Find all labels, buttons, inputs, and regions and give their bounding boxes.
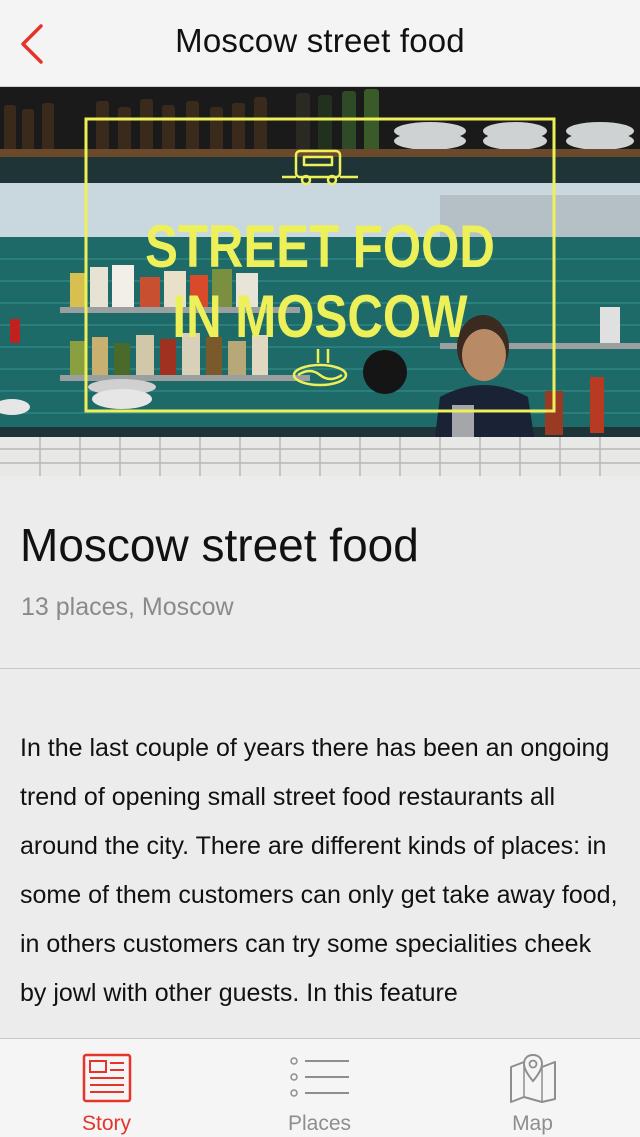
tab-map[interactable]: Map	[426, 1039, 639, 1137]
map-icon	[509, 1053, 556, 1103]
hero-overlay-line2: IN MOSCOW	[172, 282, 467, 350]
tab-map-label: Map	[512, 1112, 553, 1135]
tab-story[interactable]: Story	[0, 1039, 213, 1137]
article-body[interactable]: In the last couple of years there has be…	[20, 724, 620, 1018]
tab-places[interactable]: Places	[213, 1039, 426, 1137]
back-button[interactable]	[6, 16, 58, 72]
article-body-text: In the last couple of years there has be…	[20, 734, 618, 1007]
story-icon	[82, 1053, 131, 1103]
page-title: Moscow street food	[175, 22, 465, 59]
article: Moscow street food 13 places, Moscow In …	[0, 476, 640, 1038]
list-icon	[289, 1057, 349, 1097]
tab-bar: Story Places Map	[0, 1038, 640, 1137]
divider	[0, 668, 640, 669]
tab-story-label: Story	[81, 1112, 131, 1135]
navigation-bar: Moscow street food	[0, 0, 640, 87]
chevron-left-icon	[21, 24, 43, 64]
tab-places-label: Places	[287, 1112, 352, 1135]
article-meta: 13 places, Moscow	[21, 593, 234, 621]
hero-image: STREET FOOD IN MOSCOW	[0, 87, 640, 476]
hero-overlay-line1: STREET FOOD	[145, 212, 495, 280]
article-title: Moscow street food	[20, 519, 419, 571]
